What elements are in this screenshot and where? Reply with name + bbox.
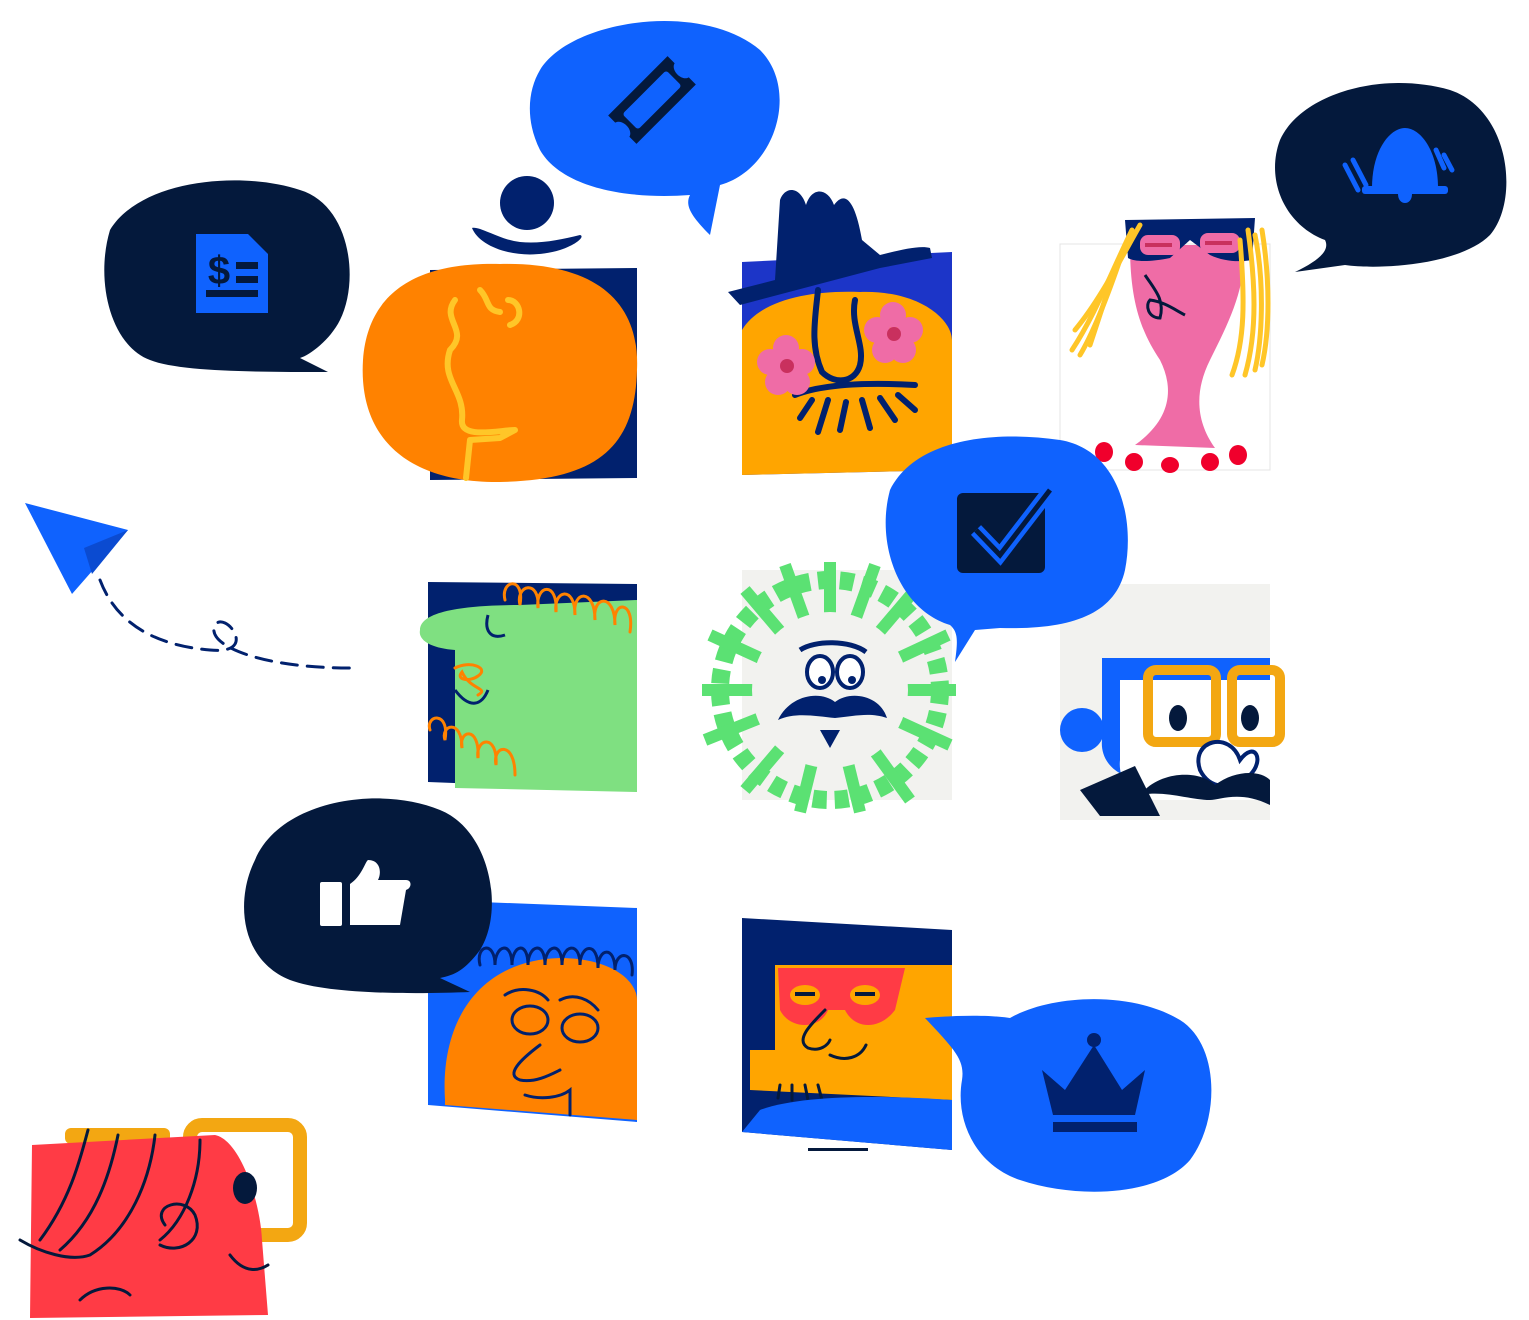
character-red-woman bbox=[18, 1118, 307, 1318]
character-bowler-hat-man bbox=[362, 176, 638, 483]
character-curly-green-man bbox=[419, 582, 637, 792]
checkbox-icon bbox=[957, 485, 1056, 573]
speech-bubble-ticket bbox=[529, 21, 780, 235]
character-cowboy-man bbox=[728, 190, 952, 475]
paper-plane-icon bbox=[25, 503, 128, 594]
dashed-trail-path bbox=[98, 578, 352, 670]
character-glasses-man bbox=[1060, 584, 1285, 820]
speech-bubble-thumbs-up bbox=[244, 798, 492, 994]
character-red-glasses-man bbox=[742, 918, 952, 1151]
illustration-canvas: $ bbox=[0, 0, 1529, 1320]
speech-bubble-bell bbox=[1275, 83, 1507, 272]
bowler-hat-brim bbox=[472, 227, 582, 255]
invoice-dollar-icon: $ bbox=[196, 234, 268, 313]
bowler-hat-crown bbox=[500, 176, 554, 230]
svg-text:$: $ bbox=[208, 249, 230, 293]
character-blonde-woman bbox=[1059, 218, 1271, 473]
speech-bubble-invoice: $ bbox=[104, 180, 350, 372]
speech-bubble-crown bbox=[925, 999, 1212, 1192]
